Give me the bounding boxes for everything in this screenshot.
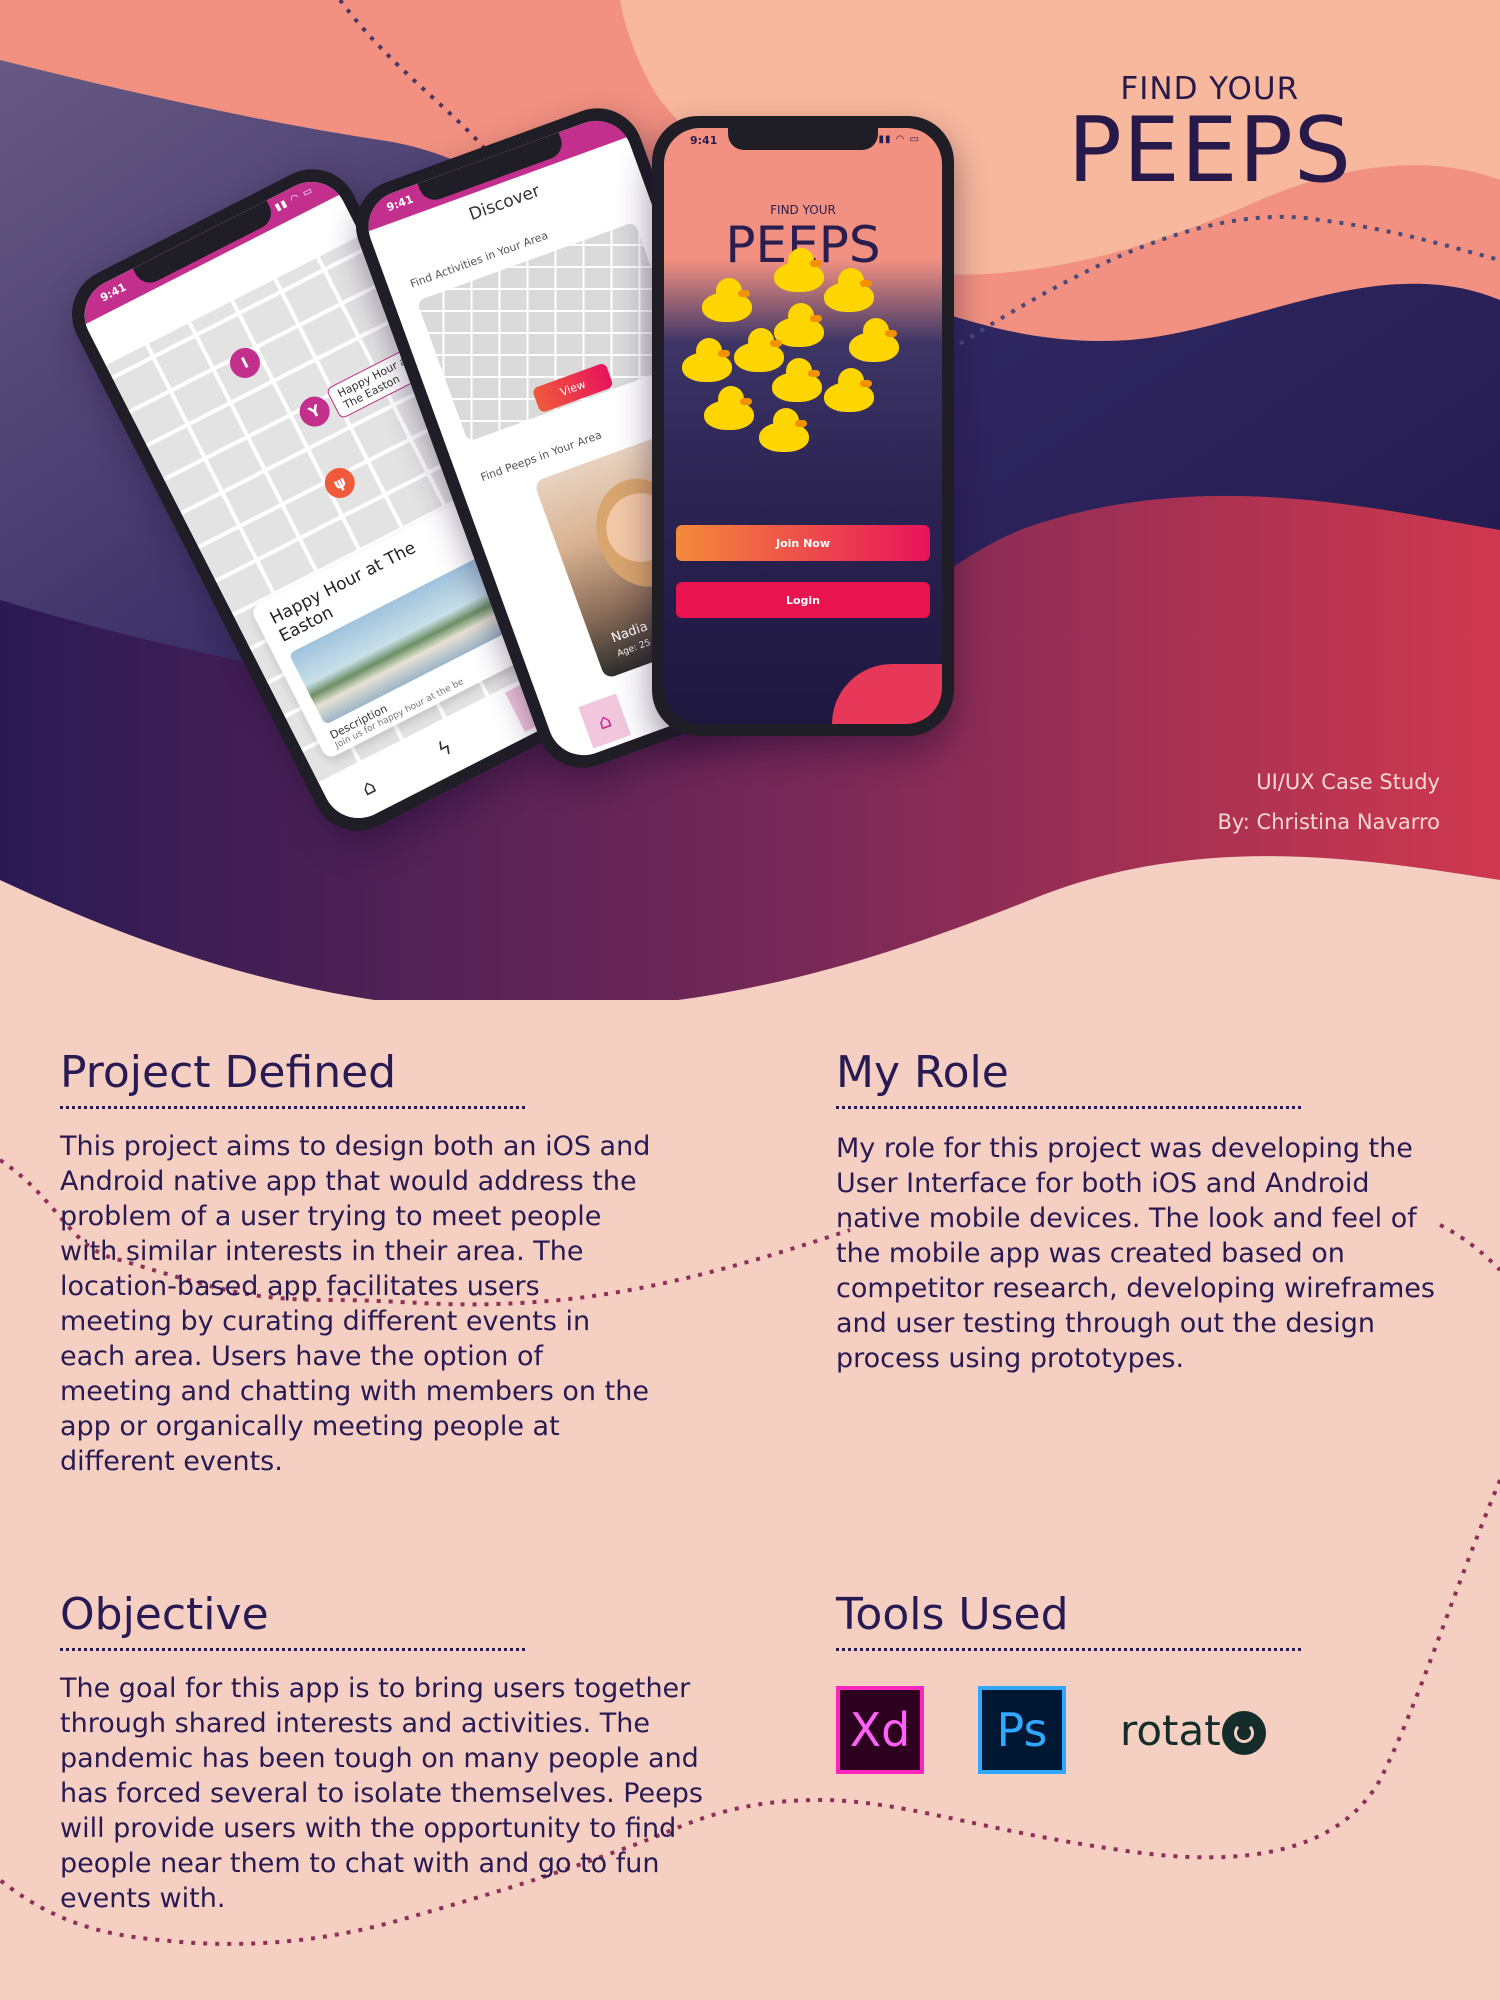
credit-line-1: UI/UX Case Study [1256, 770, 1440, 794]
credit-line-2: By: Christina Navarro [1217, 810, 1440, 834]
login-brand-small: FIND YOUR [770, 203, 836, 217]
home-icon[interactable]: ⌂ [577, 693, 632, 749]
heading-underline [836, 1106, 1301, 1109]
duck-icon [759, 408, 809, 452]
duck-icon [824, 268, 874, 312]
my-role-section: My Role My role for this project was dev… [836, 1048, 1446, 1376]
objective-body: The goal for this app is to bring users … [60, 1673, 703, 1914]
duck-icon [772, 358, 822, 402]
duck-icon [774, 248, 824, 292]
decorative-wave [832, 664, 942, 724]
brand-title: FIND YOUR PEEPS [1067, 70, 1352, 203]
photoshop-icon: Ps [978, 1686, 1066, 1774]
login-button[interactable]: Login [676, 582, 930, 618]
duck-icon [704, 386, 754, 430]
heading-underline [60, 1106, 525, 1109]
duck-icon [702, 278, 752, 322]
tools-used-heading: Tools Used [836, 1589, 1069, 1640]
objective-section: Objective The goal for this app is to br… [60, 1590, 710, 1916]
heading-underline [60, 1648, 525, 1651]
my-role-heading: My Role [836, 1047, 1009, 1098]
join-now-button[interactable]: Join Now [676, 525, 930, 561]
duck-icon [682, 338, 732, 382]
heading-underline [836, 1648, 1301, 1651]
project-defined-body: This project aims to design both an iOS … [60, 1131, 651, 1477]
rotato-wordmark: rotat [1120, 1705, 1221, 1755]
status-icons: ▮▮ ◠ ▭ [878, 134, 920, 145]
adobe-xd-icon: Xd [836, 1686, 924, 1774]
lightning-icon[interactable]: ϟ [433, 735, 456, 762]
phone-login-mockup: 9:41 ▮▮ ◠ ▭ FIND YOUR PEEPS Join Now Log… [652, 116, 954, 736]
project-defined-section: Project Defined This project aims to des… [60, 1048, 660, 1479]
status-time: 9:41 [690, 134, 718, 147]
project-defined-heading: Project Defined [60, 1047, 397, 1098]
phone-notch [728, 128, 878, 150]
tools-used-section: Tools Used Xd Ps rotat [836, 1589, 1436, 1774]
duck-icon [824, 368, 874, 412]
rotato-o-icon [1221, 1711, 1266, 1755]
home-icon[interactable]: ⌂ [357, 773, 379, 800]
brand-big: PEEPS [1067, 98, 1352, 203]
rotato-logo: rotat [1120, 1686, 1300, 1774]
duck-icon [849, 318, 899, 362]
objective-heading: Objective [60, 1589, 269, 1640]
case-study-credit: UI/UX Case Study By: Christina Navarro [1217, 762, 1440, 842]
login-screen: 9:41 ▮▮ ◠ ▭ FIND YOUR PEEPS Join Now Log… [664, 128, 942, 724]
my-role-body: My role for this project was developing … [836, 1133, 1435, 1374]
